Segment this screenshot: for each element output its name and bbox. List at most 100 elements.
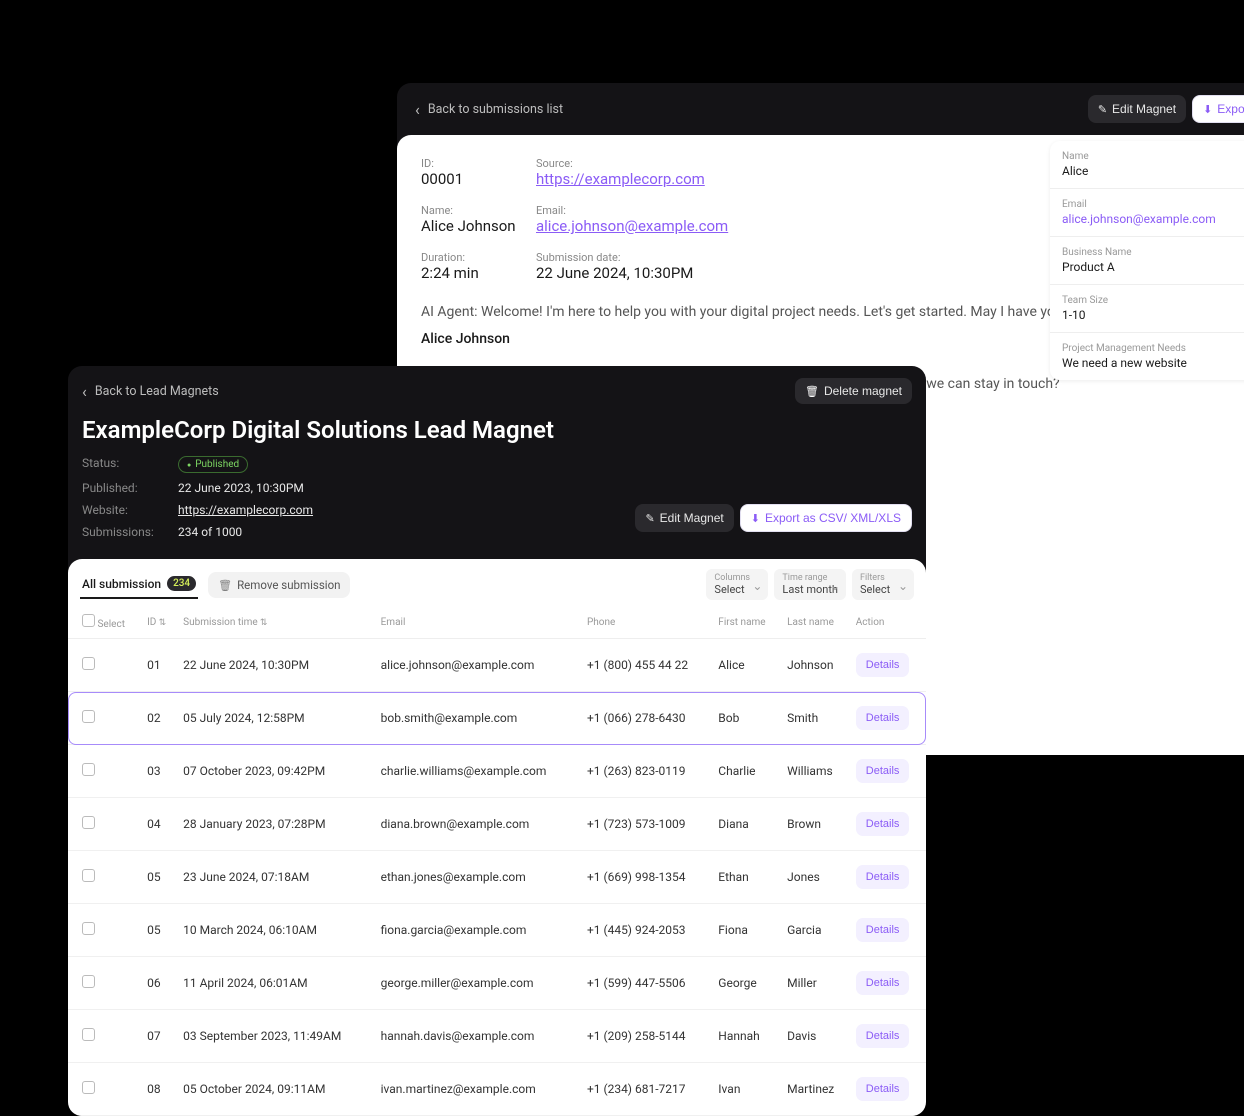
col-first[interactable]: First name bbox=[712, 606, 781, 639]
submissions-list-panel: Back to Lead Magnets Delete magnet Examp… bbox=[68, 366, 926, 1116]
table-row[interactable]: 0611 April 2024, 06:01AMgeorge.miller@ex… bbox=[68, 957, 926, 1010]
side-label: Email bbox=[1062, 199, 1244, 210]
col-select[interactable]: Select bbox=[68, 606, 141, 639]
lead-info-side-panel: NameAliceEmailalice.johnson@example.comB… bbox=[1050, 141, 1244, 380]
table-cell: +1 (723) 573-1009 bbox=[581, 798, 712, 851]
table-cell: 07 October 2023, 09:42PM bbox=[177, 745, 374, 798]
tab-all-submissions[interactable]: All submission 234 bbox=[80, 570, 198, 599]
published-label: Published: bbox=[82, 481, 160, 495]
table-cell: 05 October 2024, 09:11AM bbox=[177, 1063, 374, 1116]
table-cell: george.miller@example.com bbox=[375, 957, 581, 1010]
export-button[interactable]: Export as bbox=[1192, 95, 1244, 123]
table-row[interactable]: 0205 July 2024, 12:58PMbob.smith@example… bbox=[68, 692, 926, 745]
side-value: We need a new website bbox=[1062, 356, 1244, 370]
pencil-icon bbox=[1098, 102, 1107, 116]
col-id[interactable]: ID bbox=[141, 606, 177, 639]
table-cell bbox=[68, 1010, 141, 1063]
table-cell: Details bbox=[850, 957, 926, 1010]
row-checkbox[interactable] bbox=[82, 816, 95, 829]
table-cell: +1 (263) 823-0119 bbox=[581, 745, 712, 798]
export-csv-button[interactable]: Export as CSV/ XML/XLS bbox=[740, 504, 912, 532]
id-value: 00001 bbox=[421, 170, 536, 188]
details-button[interactable]: Details bbox=[856, 653, 910, 677]
name-label: Name: bbox=[421, 204, 536, 217]
table-cell: +1 (669) 998-1354 bbox=[581, 851, 712, 904]
details-button[interactable]: Details bbox=[856, 865, 910, 889]
table-cell: Brown bbox=[781, 798, 850, 851]
table-row[interactable]: 0428 January 2023, 07:28PMdiana.brown@ex… bbox=[68, 798, 926, 851]
details-button[interactable]: Details bbox=[856, 1077, 910, 1101]
row-checkbox[interactable] bbox=[82, 657, 95, 670]
back-label: Back to submissions list bbox=[428, 102, 563, 117]
remove-submission-button[interactable]: Remove submission bbox=[208, 572, 350, 598]
table-cell bbox=[68, 639, 141, 692]
table-cell: 07 bbox=[141, 1010, 177, 1063]
table-row[interactable]: 0510 March 2024, 06:10AMfiona.garcia@exa… bbox=[68, 904, 926, 957]
table-cell: George bbox=[712, 957, 781, 1010]
col-phone[interactable]: Phone bbox=[581, 606, 712, 639]
detail-header-actions: Edit Magnet Export as bbox=[1088, 95, 1244, 123]
row-checkbox[interactable] bbox=[82, 710, 95, 723]
table-cell: Bob bbox=[712, 692, 781, 745]
table-cell: 03 September 2023, 11:49AM bbox=[177, 1010, 374, 1063]
back-to-magnets-link[interactable]: Back to Lead Magnets bbox=[82, 382, 219, 401]
filter-value: Last month bbox=[782, 583, 838, 596]
website-label: Website: bbox=[82, 503, 160, 517]
table-cell: 08 bbox=[141, 1063, 177, 1116]
row-checkbox[interactable] bbox=[82, 975, 95, 988]
col-time[interactable]: Submission time bbox=[177, 606, 374, 639]
table-cell: Alice bbox=[712, 639, 781, 692]
side-label: Project Management Needs bbox=[1062, 343, 1244, 354]
details-button[interactable]: Details bbox=[856, 706, 910, 730]
col-email[interactable]: Email bbox=[375, 606, 581, 639]
table-cell: Details bbox=[850, 639, 926, 692]
submissions-label: Submissions: bbox=[82, 525, 160, 539]
details-button[interactable]: Details bbox=[856, 759, 910, 783]
table-cell: 04 bbox=[141, 798, 177, 851]
row-checkbox[interactable] bbox=[82, 869, 95, 882]
table-cell: fiona.garcia@example.com bbox=[375, 904, 581, 957]
table-cell: Details bbox=[850, 745, 926, 798]
table-cell bbox=[68, 851, 141, 904]
table-cell: Details bbox=[850, 798, 926, 851]
col-last[interactable]: Last name bbox=[781, 606, 850, 639]
table-row[interactable]: 0703 September 2023, 11:49AMhannah.davis… bbox=[68, 1010, 926, 1063]
table-cell: hannah.davis@example.com bbox=[375, 1010, 581, 1063]
filter-dropdown[interactable]: ColumnsSelect bbox=[706, 569, 768, 600]
table-cell: 28 January 2023, 07:28PM bbox=[177, 798, 374, 851]
side-value: Product A bbox=[1062, 260, 1244, 274]
filter-label: Filters bbox=[860, 573, 906, 583]
table-cell: +1 (800) 455 44 22 bbox=[581, 639, 712, 692]
delete-magnet-button[interactable]: Delete magnet bbox=[795, 378, 912, 404]
website-link[interactable]: https://examplecorp.com bbox=[178, 503, 313, 517]
filter-dropdown[interactable]: FiltersSelect bbox=[852, 569, 914, 600]
status-label: Status: bbox=[82, 456, 160, 473]
table-cell bbox=[68, 692, 141, 745]
table-cell: Details bbox=[850, 851, 926, 904]
side-value: Alice bbox=[1062, 164, 1244, 178]
row-checkbox[interactable] bbox=[82, 922, 95, 935]
table-cell: +1 (209) 258-5144 bbox=[581, 1010, 712, 1063]
trash-icon bbox=[805, 384, 819, 398]
edit-magnet-button[interactable]: Edit Magnet bbox=[1088, 95, 1186, 123]
table-row[interactable]: 0122 June 2024, 10:30PMalice.johnson@exa… bbox=[68, 639, 926, 692]
details-button[interactable]: Details bbox=[856, 971, 910, 995]
details-button[interactable]: Details bbox=[856, 918, 910, 942]
side-value[interactable]: alice.johnson@example.com bbox=[1062, 212, 1244, 226]
table-row[interactable]: 0805 October 2024, 09:11AMivan.martinez@… bbox=[68, 1063, 926, 1116]
row-checkbox[interactable] bbox=[82, 763, 95, 776]
details-button[interactable]: Details bbox=[856, 812, 910, 836]
back-to-submissions-link[interactable]: Back to submissions list bbox=[415, 100, 563, 119]
table-cell: Fiona bbox=[712, 904, 781, 957]
table-row[interactable]: 0307 October 2023, 09:42PMcharlie.willia… bbox=[68, 745, 926, 798]
page-title: ExampleCorp Digital Solutions Lead Magne… bbox=[68, 404, 926, 452]
table-cell: bob.smith@example.com bbox=[375, 692, 581, 745]
details-button[interactable]: Details bbox=[856, 1024, 910, 1048]
row-checkbox[interactable] bbox=[82, 1081, 95, 1094]
table-cell: Details bbox=[850, 1063, 926, 1116]
row-checkbox[interactable] bbox=[82, 1028, 95, 1041]
filter-dropdown[interactable]: Time rangeLast month bbox=[774, 569, 846, 600]
side-item: Team Size1-10 bbox=[1050, 285, 1244, 333]
edit-magnet-button[interactable]: Edit Magnet bbox=[635, 504, 733, 532]
table-row[interactable]: 0523 June 2024, 07:18AMethan.jones@examp… bbox=[68, 851, 926, 904]
